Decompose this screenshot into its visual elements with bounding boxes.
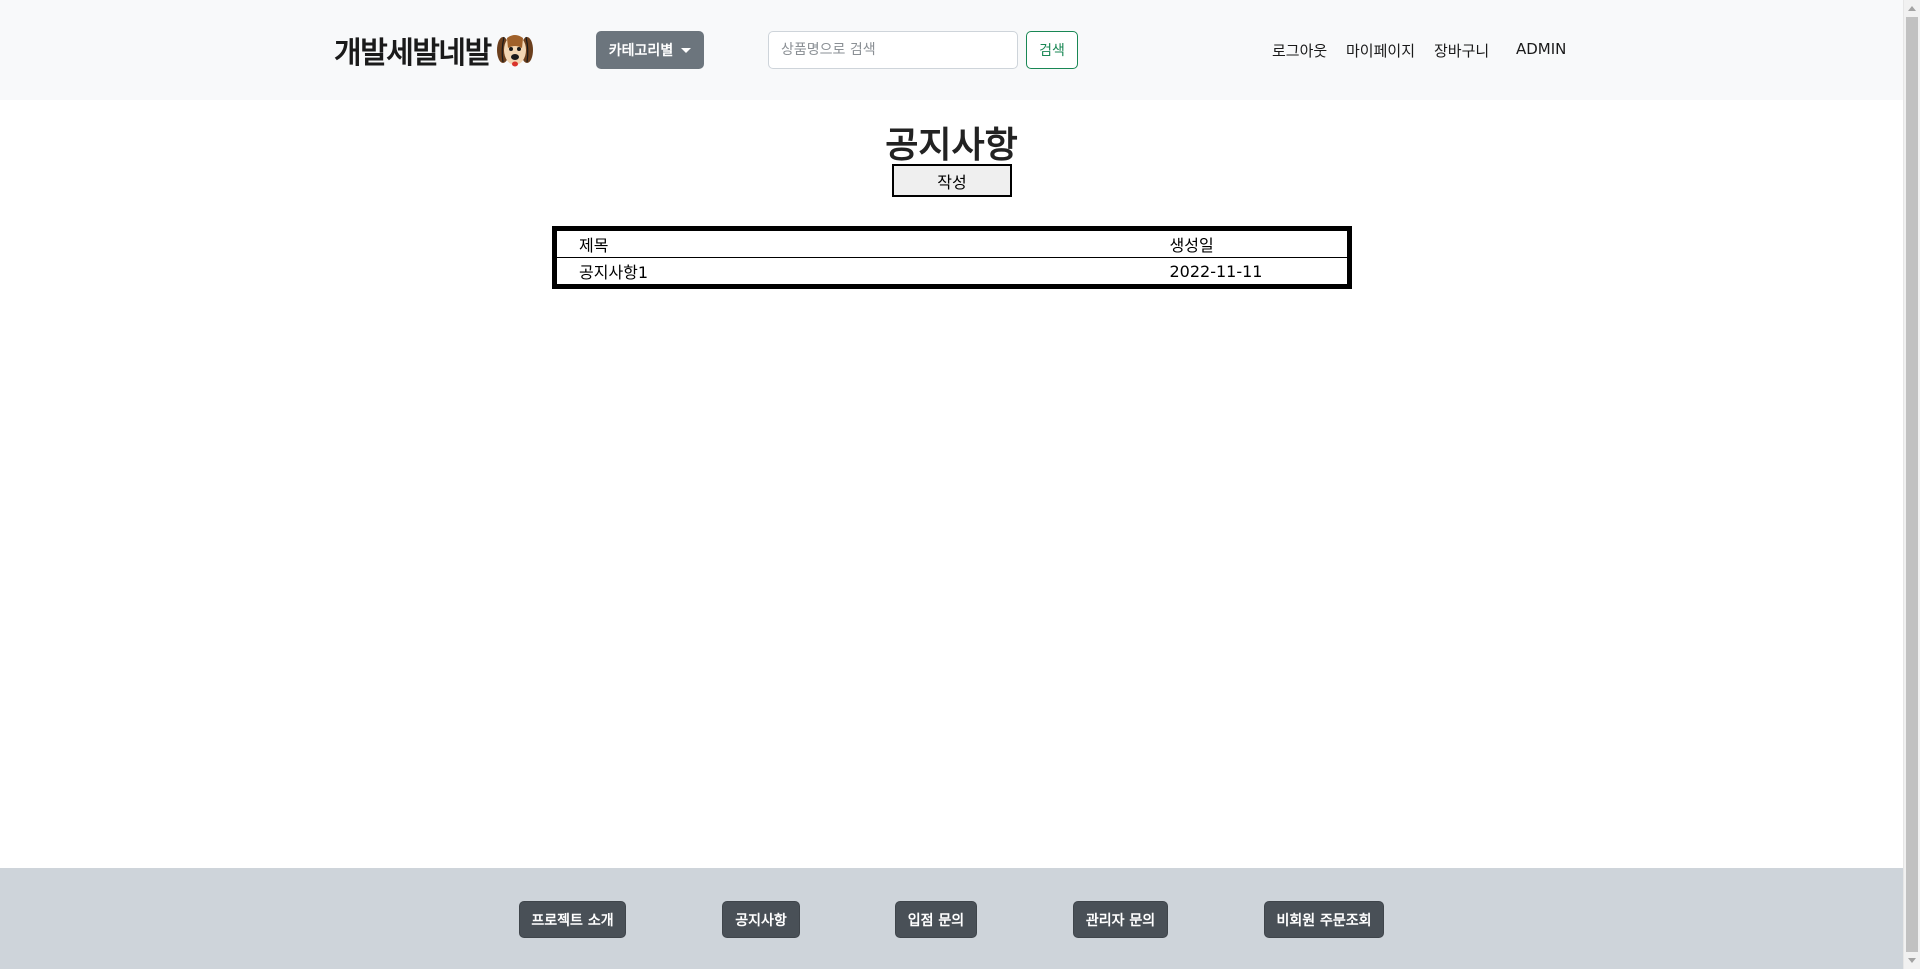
column-title-header: 제목 [554, 228, 1162, 258]
scroll-down-arrow-icon[interactable] [1908, 958, 1916, 963]
site-logo[interactable]: 개발세발네발 [334, 28, 535, 72]
scroll-up-arrow-icon[interactable] [1908, 6, 1916, 11]
notice-title-cell[interactable]: 공지사항1 [555, 258, 1162, 287]
category-dropdown-button[interactable]: 카테고리별 [596, 31, 704, 69]
category-button-label: 카테고리별 [608, 43, 674, 59]
footer-notice-button[interactable]: 공지사항 [722, 901, 800, 938]
write-button[interactable]: 작성 [892, 164, 1012, 197]
footer: 프로젝트 소개 공지사항 입점 문의 관리자 문의 비회원 주문조회 [0, 868, 1903, 969]
logo-text: 개발세발네발 [334, 36, 492, 71]
caret-down-icon [681, 47, 692, 53]
column-date-header: 생성일 [1161, 228, 1350, 258]
footer-guest-order-button[interactable]: 비회원 주문조회 [1264, 901, 1384, 938]
top-header: 개발세발네발 카테고리별 검색 로그아웃 마이페이지 장바구니 ADMIN [0, 0, 1903, 100]
vertical-scrollbar[interactable] [1903, 0, 1920, 969]
nav-logout[interactable]: 로그아웃 [1272, 40, 1327, 61]
page-title: 공지사항 [885, 125, 1018, 166]
notice-date-cell: 2022-11-11 [1169, 261, 1263, 281]
search-input[interactable] [768, 31, 1018, 69]
scrollbar-thumb[interactable] [1906, 17, 1918, 952]
nav-mypage[interactable]: 마이페이지 [1346, 40, 1415, 61]
nav-cart[interactable]: 장바구니 [1434, 40, 1489, 61]
nav-admin[interactable]: ADMIN [1516, 40, 1566, 58]
table-row[interactable]: 공지사항1 2022-11-11 [555, 258, 1350, 287]
notice-table: 제목 생성일 공지사항1 2022-11-11 [552, 226, 1352, 289]
dog-face-icon [496, 35, 533, 67]
footer-store-inquiry-button[interactable]: 입점 문의 [895, 901, 977, 938]
footer-admin-inquiry-button[interactable]: 관리자 문의 [1073, 901, 1168, 938]
table-header-row: 제목 생성일 [554, 228, 1350, 258]
search-button[interactable]: 검색 [1026, 31, 1078, 69]
footer-project-intro-button[interactable]: 프로젝트 소개 [519, 901, 626, 938]
